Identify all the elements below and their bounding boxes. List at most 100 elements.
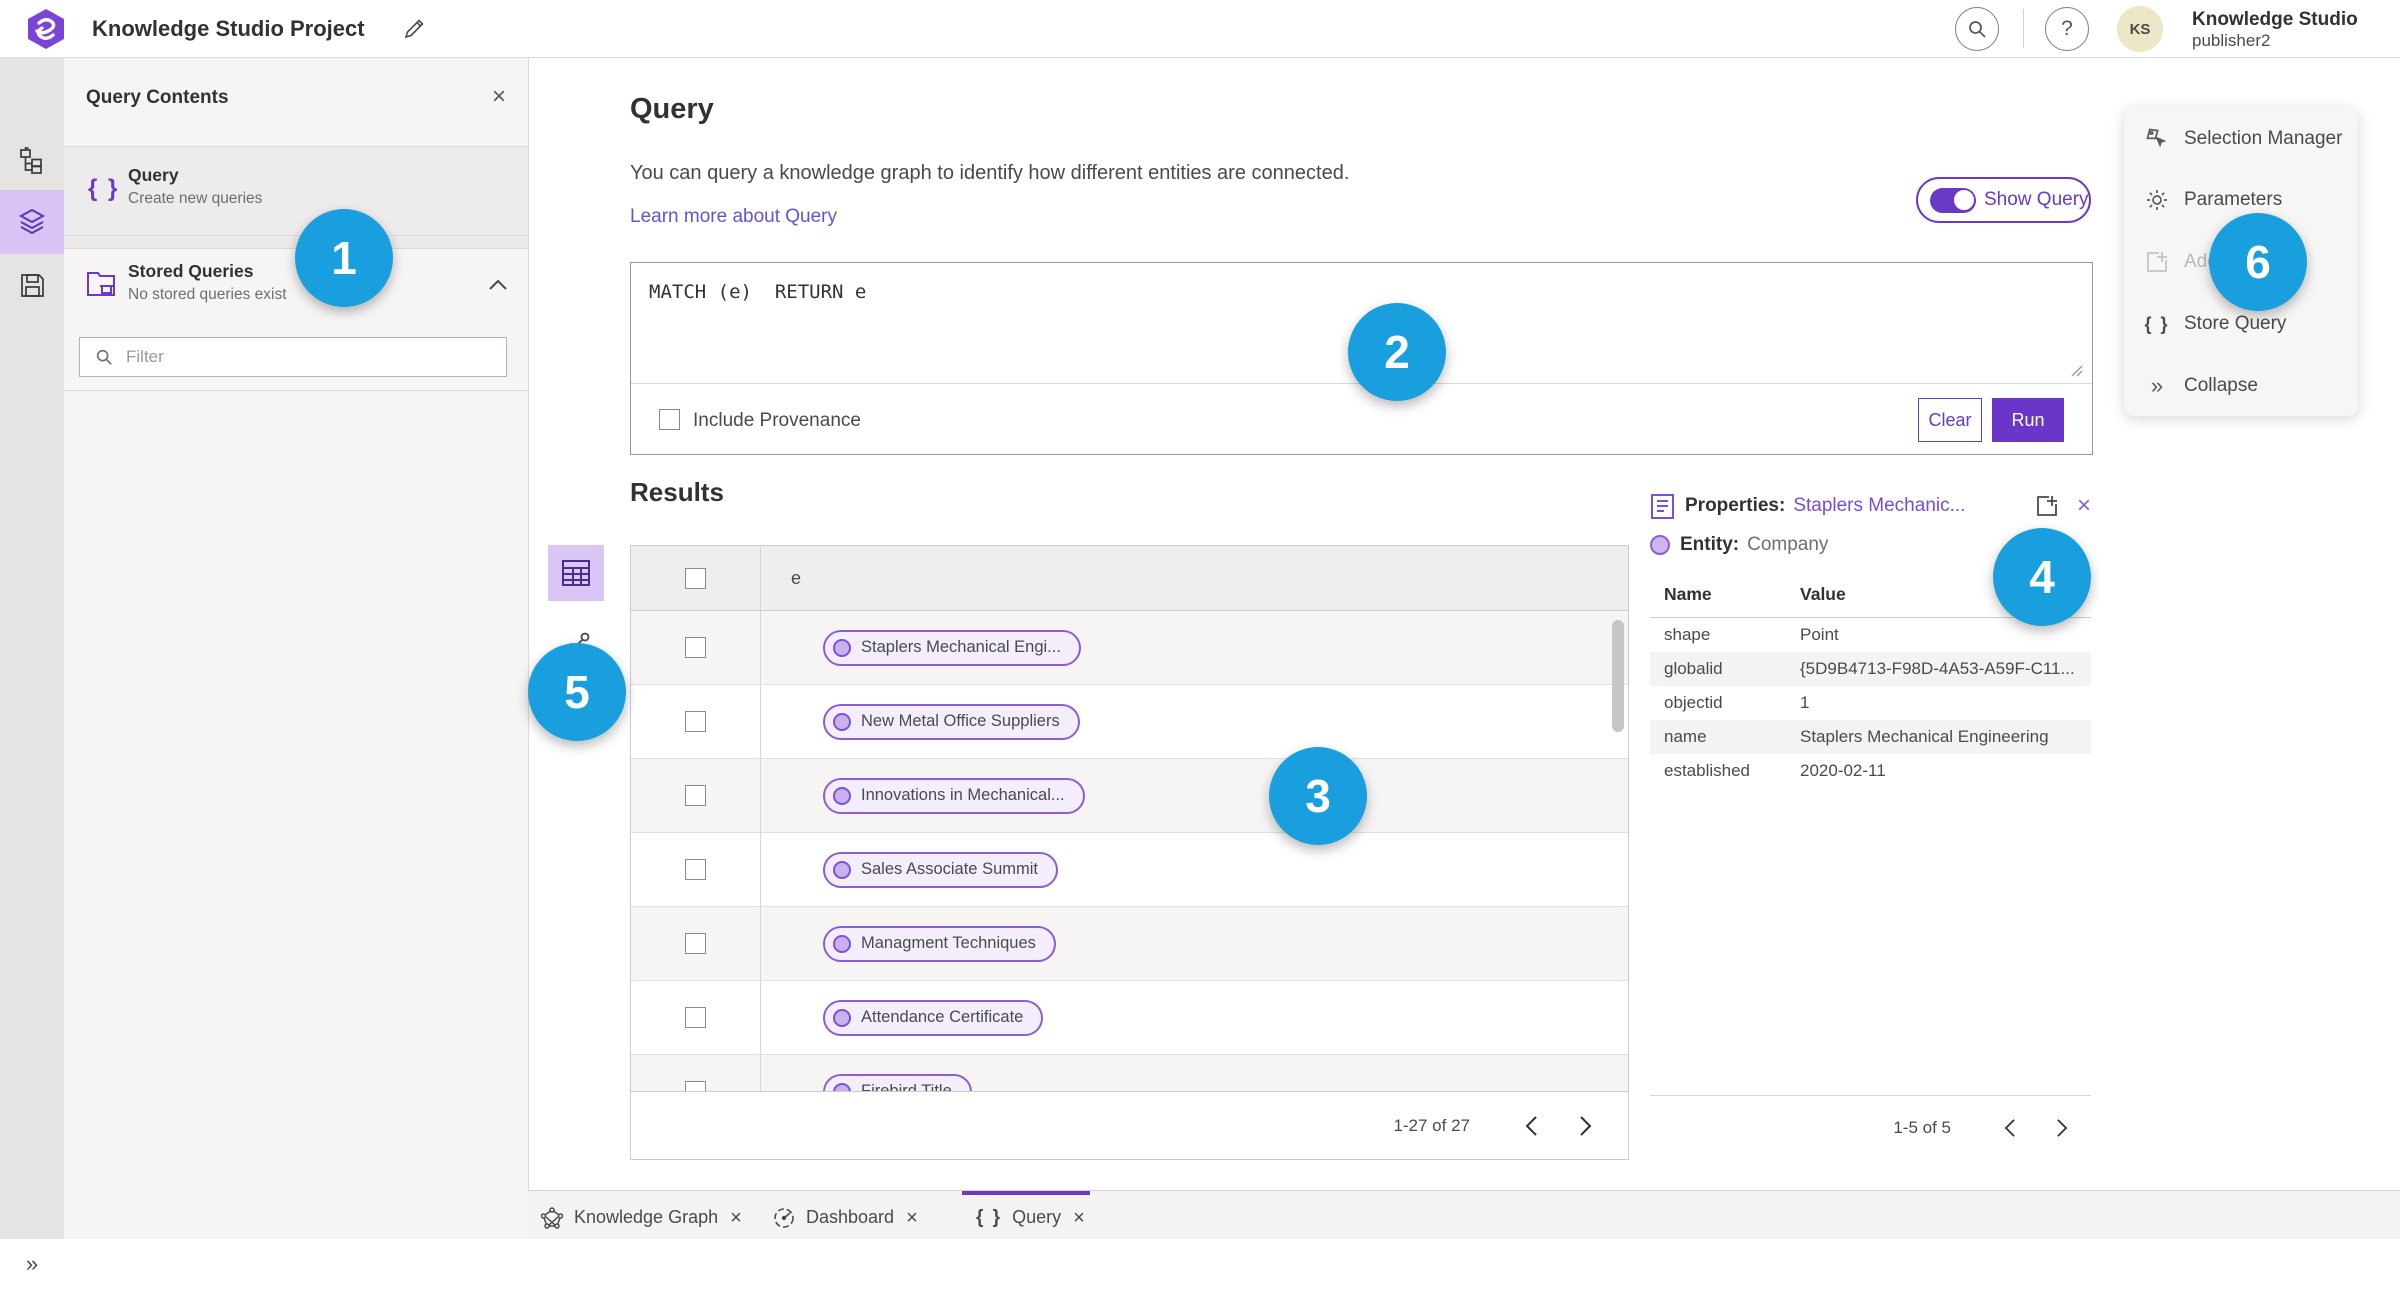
filter-input[interactable] [124,346,506,368]
entity-dot-icon [833,712,851,731]
table-row[interactable]: Firebird Title [631,1055,1628,1091]
tab-query[interactable]: { } Query × [962,1191,1090,1240]
properties-title: Properties: [1685,495,1786,516]
add-to-map-icon [2144,250,2170,274]
close-tab-icon[interactable]: × [1073,1208,1085,1228]
data-model-rail-button[interactable] [0,129,64,193]
row-checkbox[interactable] [685,1081,706,1091]
table-row[interactable]: Managment Techniques [631,907,1628,981]
results-title: Results [630,477,724,507]
entity-dot-icon [833,1082,851,1091]
entity-dot-icon [833,860,851,879]
query-description: You can query a knowledge graph to ident… [630,162,1350,184]
tab-dashboard[interactable]: Dashboard × [772,1191,918,1240]
store-query-item[interactable]: { } Store Query [2124,304,2358,344]
entity-pill[interactable]: Innovations in Mechanical... [823,777,1085,814]
table-row[interactable]: Sales Associate Summit [631,833,1628,907]
divider [1650,1095,2091,1096]
user-name: Knowledge Studio [2192,9,2358,30]
panel-item-title: Query [128,165,179,185]
add-to-selection-icon[interactable] [2035,494,2059,518]
braces-icon: { } [2144,313,2170,334]
properties-page-range: 1-5 of 5 [1893,1118,1951,1137]
gear-icon [2144,188,2170,212]
resize-handle-icon[interactable] [2069,363,2083,377]
show-query-toggle[interactable]: Show Query [1916,177,2091,223]
clear-button[interactable]: Clear [1918,398,1982,442]
entity-pill[interactable]: Sales Associate Summit [823,851,1058,888]
entity-pill[interactable]: Firebird Title [823,1073,972,1091]
collapse-item[interactable]: » Collapse [2124,366,2358,406]
help-button[interactable]: ? [2045,7,2089,51]
table-row[interactable]: New Metal Office Suppliers [631,685,1628,759]
previous-page-button[interactable] [1993,1111,2027,1145]
search-button[interactable] [1955,7,1999,51]
query-editor-footer: Include Provenance Clear Run [631,383,2092,456]
selection-manager-item[interactable]: Selection Manager [2124,119,2358,159]
save-rail-button[interactable] [0,253,64,317]
braces-icon: { } [976,1206,1003,1228]
property-row: established 2020-02-11 [1664,761,1886,780]
chevron-up-icon[interactable] [489,279,507,290]
view-tab-bar: Knowledge Graph × Dashboard × { } Query … [528,1190,2400,1239]
selection-manager-icon [2144,127,2170,151]
row-checkbox[interactable] [685,1007,706,1028]
entity-pill[interactable]: Managment Techniques [823,925,1056,962]
panel-item-query[interactable]: { } Query Create new queries [64,147,528,235]
entity-pill[interactable]: Attendance Certificate [823,999,1044,1036]
property-row: name Staplers Mechanical Engineering [1650,720,2091,754]
close-tab-icon[interactable]: × [730,1208,742,1228]
properties-page-icon [1650,493,1675,520]
toggle-knob [1953,189,1975,211]
row-checkbox[interactable] [685,785,706,806]
include-provenance-checkbox[interactable] [659,409,680,430]
contents-rail-button[interactable] [0,190,64,254]
icon-rail: » [0,57,65,1276]
parameters-item[interactable]: Parameters [2124,180,2358,220]
next-page-button[interactable] [1568,1109,1602,1143]
results-pagination: 1-27 of 27 [631,1091,1628,1159]
previous-page-button[interactable] [1514,1109,1548,1143]
table-view-button[interactable] [548,545,604,601]
query-text-input[interactable]: MATCH (e) RETURN e [649,281,866,303]
tab-knowledge-graph[interactable]: Knowledge Graph × [540,1191,742,1240]
select-all-checkbox[interactable] [685,567,706,589]
search-icon [94,347,114,367]
properties-pagination: 1-5 of 5 [1650,1106,2091,1150]
close-tab-icon[interactable]: × [906,1208,918,1228]
edit-title-icon[interactable] [402,17,426,41]
toggle-track[interactable] [1930,187,1976,213]
expand-panel-button[interactable]: » [0,1239,64,1289]
row-checkbox[interactable] [685,859,706,880]
close-properties-icon[interactable]: × [2077,494,2091,518]
panel-item-title: Stored Queries [128,261,254,281]
row-checkbox[interactable] [685,711,706,732]
next-page-button[interactable] [2045,1111,2079,1145]
table-row[interactable]: Innovations in Mechanical... [631,759,1628,833]
property-row: globalid {5D9B4713-F98D-4A53-A59F-C11... [1650,652,2091,686]
app-header: Knowledge Studio Project ? KS Knowledge … [0,0,2400,58]
row-checkbox[interactable] [685,933,706,954]
collapse-icon: » [2150,373,2164,398]
hierarchy-icon [18,147,46,175]
annotation-circle-6: 6 [2209,213,2307,311]
app-logo [26,8,66,50]
results-table-header: e [631,546,1628,611]
table-row[interactable]: Staplers Mechanical Engi... [631,611,1628,685]
panel-close-icon[interactable]: × [492,85,506,109]
entity-dot-icon [1650,535,1670,555]
learn-more-link[interactable]: Learn more about Query [630,206,837,228]
annotation-circle-1: 1 [295,209,393,307]
entity-type: Company [1747,534,1829,555]
project-title: Knowledge Studio Project [92,16,365,41]
properties-entity-link[interactable]: Staplers Mechanic... [1793,495,1965,517]
table-scrollbar[interactable] [1612,620,1624,732]
table-row[interactable]: Attendance Certificate [631,981,1628,1055]
row-checkbox[interactable] [685,637,706,658]
entity-dot-icon [833,1008,851,1027]
entity-pill[interactable]: Staplers Mechanical Engi... [823,629,1081,666]
run-button[interactable]: Run [1992,398,2064,442]
entity-dot-icon [833,786,851,805]
entity-pill[interactable]: New Metal Office Suppliers [823,703,1080,740]
avatar[interactable]: KS [2117,6,2163,52]
